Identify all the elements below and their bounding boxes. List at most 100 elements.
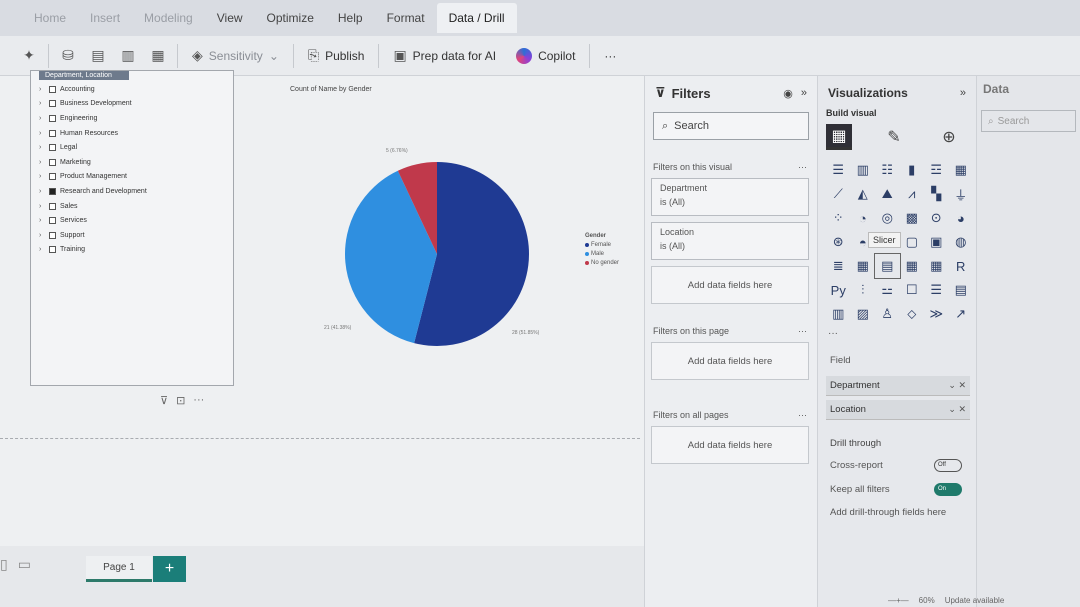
more-options-icon[interactable]: ··· [798,162,807,172]
keep-filters-toggle[interactable]: On [934,482,962,496]
slicer-item[interactable]: › Research and Development [31,184,233,199]
multi-row-card-icon[interactable]: ▣ [924,230,949,254]
column-100-icon[interactable]: ▦ [949,158,974,182]
page-view-icon[interactable]: ▤ [87,45,109,67]
slicer-item[interactable]: › Training [31,243,233,258]
chevron-right-icon[interactable]: › [39,246,49,253]
checkbox[interactable] [49,114,56,122]
scatter-icon[interactable]: ⁘ [826,206,851,230]
chevron-right-icon[interactable]: › [39,159,49,166]
eye-icon[interactable]: ◉ [783,87,793,100]
checkbox[interactable] [49,158,56,166]
calculator-icon[interactable]: ▦ [147,45,169,67]
r-visual-icon[interactable]: R [949,254,974,278]
tab-view[interactable]: View [205,3,255,33]
checkbox[interactable] [49,129,56,137]
chevron-right-icon[interactable]: › [39,144,49,151]
slicer-item[interactable]: › Legal [31,140,233,155]
checkbox[interactable] [49,144,56,152]
checkbox[interactable] [49,85,56,93]
stacked-bar-100-icon[interactable]: ☷ [875,158,900,182]
tab-insert[interactable]: Insert [78,3,132,33]
prep-data-button[interactable]: ▣ Prep data for AI [387,47,502,64]
chevron-right-icon[interactable]: › [39,130,49,137]
clustered-column-2-icon[interactable]: ▮ [900,158,925,182]
tab-format[interactable]: Format [375,3,437,33]
matrix-2-icon[interactable]: ▦ [924,254,949,278]
decomposition-icon[interactable]: ⚍ [875,278,900,302]
drill-through-drop-zone[interactable]: Add drill-through fields here [818,507,976,518]
bar-100-icon[interactable]: ☲ [924,158,949,182]
chevron-right-icon[interactable]: › [39,115,49,122]
slicer-item[interactable]: › Sales [31,199,233,214]
cross-report-toggle[interactable]: Off [934,458,962,472]
data-search-input[interactable]: ⌕ Search [981,110,1076,132]
slicer-visual[interactable]: Department, Location › Accounting › Busines… [30,70,234,386]
chevron-right-icon[interactable]: › [39,188,49,195]
tab-data-drill[interactable]: Data / Drill [436,3,517,33]
copilot-button[interactable]: Copilot [510,47,581,64]
donut-icon[interactable]: ◎ [875,206,900,230]
card-icon[interactable]: ▢ [900,230,925,254]
chevron-right-icon[interactable]: › [39,173,49,180]
chevron-right-icon[interactable]: › [39,203,49,210]
clustered-column-icon[interactable]: ▥ [851,158,876,182]
area-icon[interactable]: ◭ [851,182,876,206]
all-pages-filters-drop-zone[interactable]: Add data fields here [651,426,809,464]
checkbox[interactable] [49,173,56,181]
chevron-right-icon[interactable]: › [39,217,49,224]
filters-search-input[interactable]: ⌕ Search [653,112,809,140]
stacked-bar-icon[interactable]: ☰ [826,158,851,182]
more-options-icon[interactable]: ··· [798,410,807,420]
checkbox[interactable] [49,100,56,108]
slicer-item[interactable]: › Engineering [31,111,233,126]
report-canvas[interactable]: Department, Location › Accounting › Busines… [0,70,644,546]
line-icon[interactable]: ⟋ [826,182,851,206]
update-notice[interactable]: Update available [945,596,1005,605]
power-automate-icon[interactable]: ▨ [851,302,876,326]
treemap-icon[interactable]: ▩ [900,206,925,230]
tab-home[interactable]: Home [22,3,78,33]
new-visual-icon[interactable]: ▥ [117,45,139,67]
more-options-icon[interactable]: ··· [193,394,204,407]
checkbox[interactable] [49,246,56,254]
power-apps-icon[interactable]: ▥ [826,302,851,326]
checkbox[interactable] [49,202,56,210]
database-icon[interactable]: ⛁ [57,45,79,67]
shape-map-icon[interactable]: ◍ [949,230,974,254]
chevron-right-icon[interactable]: › [39,100,49,107]
checkbox[interactable] [49,217,56,225]
more-options-button[interactable]: ··· [598,49,622,63]
more-options-icon[interactable]: ··· [798,326,807,336]
tab-modeling[interactable]: Modeling [132,3,205,33]
filter-icon[interactable]: ⊽ [160,394,168,407]
slicer-item[interactable]: › Product Management [31,170,233,185]
table-icon[interactable]: ≣ [826,254,851,278]
waterfall-icon[interactable]: ▚ [924,182,949,206]
pin-icon[interactable]: ✦ [18,45,40,67]
page-filters-drop-zone[interactable]: Add data fields here [651,342,809,380]
field-location[interactable]: Location ⌄ ✕ [826,400,970,420]
page-tab-1[interactable]: Page 1 [86,556,152,582]
chevron-right-icon[interactable]: › [39,86,49,93]
stacked-area-icon[interactable]: ⛰ [875,182,900,206]
pie-icon[interactable]: ◔ [851,206,876,230]
sensitivity-button[interactable]: ◈ Sensitivity ⌄ [186,47,285,64]
legend-item[interactable]: No gender [585,260,619,266]
collapse-icon[interactable]: » [801,87,807,100]
trophy-icon[interactable]: ♙ [875,302,900,326]
table-2-icon[interactable]: ▦ [900,254,925,278]
checkbox[interactable] [49,187,56,195]
slicer-icon[interactable]: ▤ [874,253,901,279]
pie-chart-visual[interactable]: Count of Name by Gender 28 (51.85%) 21 (4… [240,76,640,366]
page-icon[interactable]: ▯ [0,556,8,573]
python-icon[interactable]: Py [826,278,851,302]
paginated-icon[interactable]: ▤ [949,278,974,302]
zoom-slider[interactable]: —+— [888,596,909,605]
filled-map-icon[interactable]: ◕ [949,206,974,230]
slicer-item[interactable]: › Accounting [31,82,233,97]
build-visual-icon[interactable]: ▦ [826,124,852,150]
field-department[interactable]: Department ⌄ ✕ [826,376,970,396]
matrix-icon[interactable]: ▦ [851,254,876,278]
ribbon-icon[interactable]: ⩘ [900,182,925,206]
